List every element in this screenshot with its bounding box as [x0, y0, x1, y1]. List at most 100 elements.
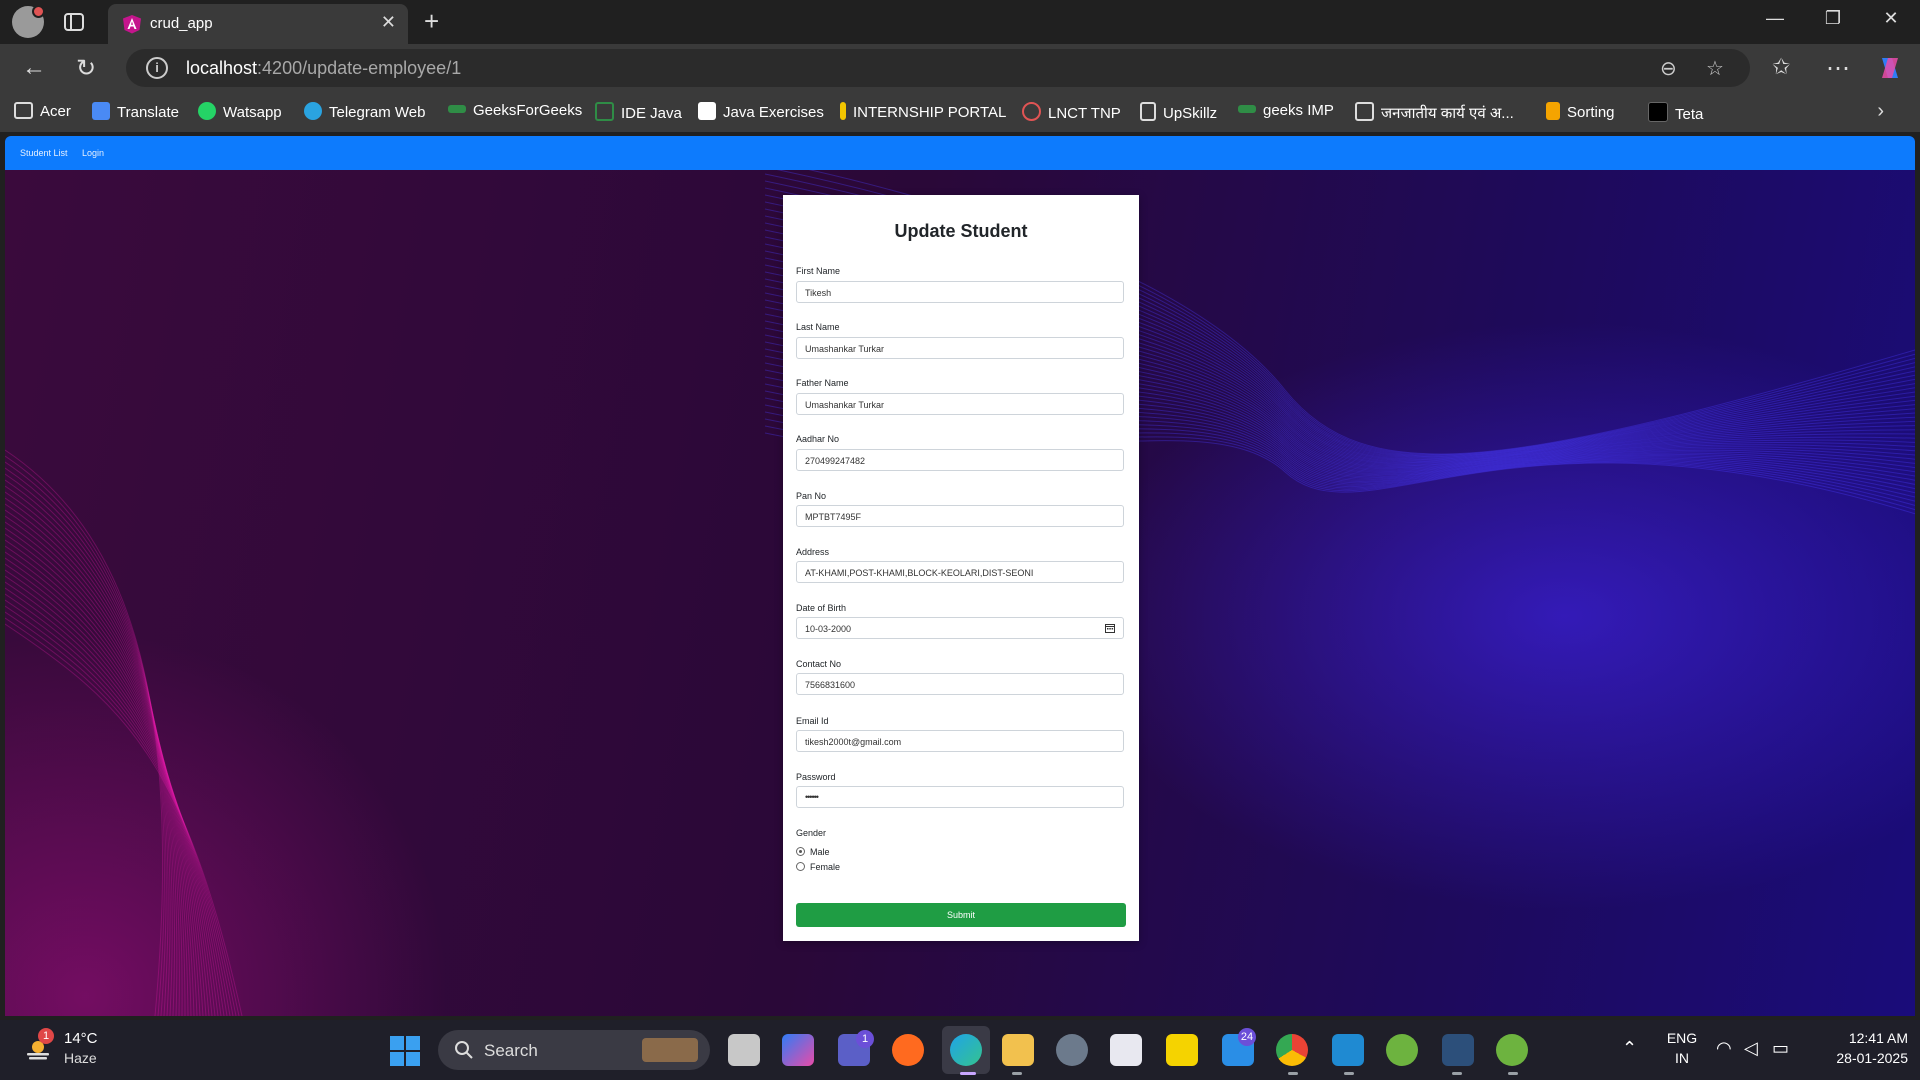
bookmark-acer[interactable]: Acer — [14, 102, 71, 120]
email-label: Email Id — [796, 716, 829, 726]
maximize-icon[interactable]: ❐ — [1810, 8, 1856, 29]
clock-time[interactable]: 12:41 AM — [1812, 1030, 1908, 1046]
update-student-form: Update Student First Name Tikesh Last Na… — [783, 195, 1139, 941]
aadhar-field[interactable]: 270499247482 — [796, 449, 1124, 471]
search-highlight-icon — [642, 1038, 698, 1062]
favorites-icon[interactable]: ✩ — [1772, 54, 1790, 80]
search-icon — [455, 1041, 473, 1059]
contact-field[interactable]: 7566831600 — [796, 673, 1124, 695]
bookmark-telegram[interactable]: Telegram Web — [304, 102, 425, 121]
aadhar-label: Aadhar No — [796, 434, 840, 444]
teams-badge: 1 — [856, 1030, 874, 1048]
nav-login[interactable]: Login — [82, 148, 104, 158]
lang-bottom[interactable]: IN — [1664, 1050, 1700, 1066]
last-name-field[interactable]: Umashankar Turkar — [796, 337, 1124, 359]
page-icon — [1140, 102, 1156, 121]
edge-icon[interactable] — [950, 1034, 982, 1066]
volume-icon[interactable]: ◁ — [1744, 1038, 1758, 1059]
media-icon[interactable] — [1056, 1034, 1088, 1066]
father-name-field[interactable]: Umashankar Turkar — [796, 393, 1124, 415]
zoom-icon[interactable]: ⊖ — [1660, 56, 1677, 81]
task-view-icon[interactable] — [728, 1034, 760, 1066]
bookmark-janjatiya[interactable]: जनजातीय कार्य एवं अ... — [1355, 102, 1514, 123]
chevron-right-icon[interactable]: › — [1877, 100, 1884, 123]
windows-start-icon[interactable] — [390, 1036, 420, 1066]
sticky-notes-icon[interactable] — [1166, 1034, 1198, 1066]
telegram-icon — [304, 102, 322, 120]
url-text[interactable]: localhost:4200/update-employee/1 — [186, 58, 461, 79]
lang-top[interactable]: ENG — [1664, 1030, 1700, 1046]
sorting-icon — [1546, 102, 1560, 120]
address-bar[interactable]: i localhost:4200/update-employee/1 ⊖ ☆ — [126, 49, 1750, 87]
favorite-icon[interactable]: ☆ — [1706, 56, 1724, 81]
nav-student-list[interactable]: Student List — [20, 148, 68, 158]
tab-actions-icon[interactable] — [63, 11, 85, 33]
bookmark-teta[interactable]: Teta — [1648, 102, 1703, 123]
clock-date[interactable]: 28-01-2025 — [1812, 1050, 1908, 1066]
close-window-icon[interactable]: ✕ — [1868, 8, 1914, 29]
address-field[interactable]: AT-KHAMI,POST-KHAMI,BLOCK-KEOLARI,DIST-S… — [796, 561, 1124, 583]
copilot-icon[interactable] — [1876, 54, 1904, 82]
taskbar: 1 14°C Haze Search 1 24 ⌃ ENG IN ◠ ◁ ▭ 1… — [0, 1020, 1920, 1080]
chevron-up-icon[interactable]: ⌃ — [1622, 1038, 1637, 1059]
translate-icon — [92, 102, 110, 120]
spring-tools-icon[interactable] — [1386, 1034, 1418, 1066]
bookmark-watsapp[interactable]: Watsapp — [198, 102, 282, 121]
battery-icon[interactable]: ▭ — [1772, 1038, 1789, 1059]
close-icon[interactable]: ✕ — [381, 12, 396, 33]
file-explorer-icon[interactable] — [1002, 1034, 1034, 1066]
more-icon[interactable]: ⋯ — [1826, 54, 1850, 83]
mail-badge: 24 — [1238, 1028, 1256, 1046]
pan-field[interactable]: MPTBT7495F — [796, 505, 1124, 527]
bookmark-upskillz[interactable]: UpSkillz — [1140, 102, 1217, 122]
taskbar-search[interactable]: Search — [438, 1030, 710, 1070]
calendar-icon[interactable] — [1105, 623, 1115, 633]
running-indicator — [1508, 1072, 1518, 1075]
teta-icon — [1648, 102, 1668, 122]
weather-badge: 1 — [38, 1028, 54, 1044]
refresh-icon[interactable]: ↻ — [76, 54, 96, 83]
contact-label: Contact No — [796, 659, 842, 669]
temperature: 14°C — [64, 1030, 98, 1047]
submit-button[interactable]: Submit — [796, 903, 1126, 927]
angular-icon — [123, 15, 141, 34]
gender-male-radio[interactable]: Male — [796, 847, 830, 857]
vscode-icon[interactable] — [1332, 1034, 1364, 1066]
chrome-icon[interactable] — [1276, 1034, 1308, 1066]
snipping-icon[interactable] — [1110, 1034, 1142, 1066]
bookmark-lnct-tnp[interactable]: LNCT TNP — [1022, 102, 1121, 122]
password-field[interactable]: •••••• — [796, 786, 1124, 808]
bookmark-ide-java[interactable]: IDE Java — [595, 102, 682, 122]
first-name-field[interactable]: Tikesh — [796, 281, 1124, 303]
copilot-taskbar-icon[interactable] — [782, 1034, 814, 1066]
bookmark-internship-portal[interactable]: INTERNSHIP PORTAL — [840, 102, 1006, 121]
new-tab-icon[interactable]: + — [424, 6, 439, 37]
first-name-label: First Name — [796, 266, 841, 276]
bookmark-java-exercises[interactable]: Java Exercises — [698, 102, 824, 121]
tab-crud-app[interactable]: crud_app ✕ — [108, 4, 408, 44]
spring-tools-2-icon[interactable] — [1496, 1034, 1528, 1066]
bookmark-geeksforgeeks[interactable]: GeeksForGeeks — [448, 102, 582, 119]
radio-unchecked-icon — [796, 862, 805, 871]
firefox-icon[interactable] — [892, 1034, 924, 1066]
back-icon[interactable]: ← — [22, 54, 46, 82]
info-icon[interactable]: i — [146, 57, 168, 79]
internship-icon — [840, 102, 846, 120]
bookmark-geeks-imp[interactable]: geeks IMP — [1238, 102, 1334, 119]
bookmark-sorting[interactable]: Sorting — [1546, 102, 1615, 121]
address-label: Address — [796, 547, 830, 557]
minimize-icon[interactable]: — — [1752, 8, 1798, 29]
bookmark-translate[interactable]: Translate — [92, 102, 179, 121]
folder-icon — [14, 102, 33, 119]
gender-female-radio[interactable]: Female — [796, 862, 840, 872]
w3r-icon — [698, 102, 716, 120]
email-field[interactable]: tikesh2000t@gmail.com — [796, 730, 1124, 752]
workbench-icon[interactable] — [1442, 1034, 1474, 1066]
running-indicator — [1012, 1072, 1022, 1075]
page-viewport: Student List Login Update Student First … — [5, 136, 1915, 1016]
active-indicator — [960, 1072, 976, 1075]
bookmarks-bar: Acer Translate Watsapp Telegram Web Geek… — [0, 92, 1920, 132]
profile-icon[interactable] — [12, 5, 45, 38]
wifi-icon[interactable]: ◠ — [1716, 1038, 1732, 1059]
dob-field[interactable]: 10-03-2000 — [796, 617, 1124, 639]
